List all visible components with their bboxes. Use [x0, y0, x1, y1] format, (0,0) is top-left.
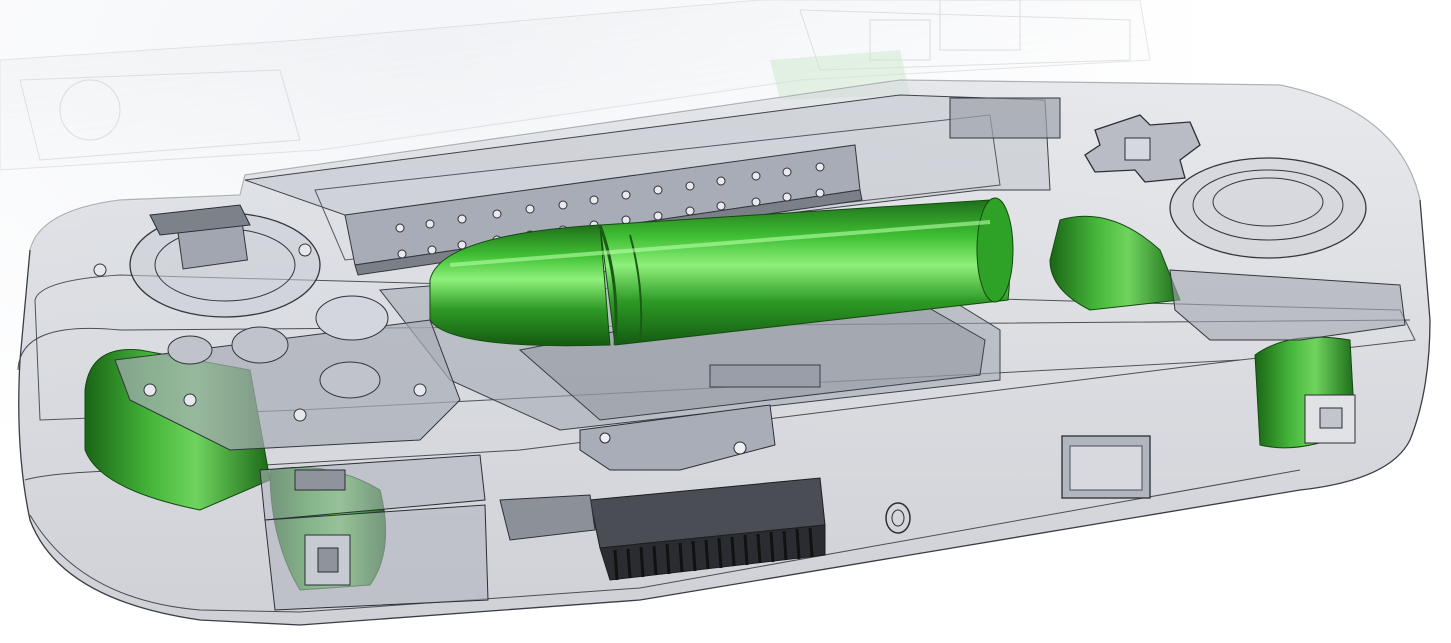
right-analog-stick: [1169, 157, 1367, 259]
left-lower-buttons: [259, 454, 489, 611]
cad-viewport: [0, 0, 1451, 643]
cad-model-render: [0, 0, 1431, 626]
port-cutout: [1061, 435, 1151, 499]
